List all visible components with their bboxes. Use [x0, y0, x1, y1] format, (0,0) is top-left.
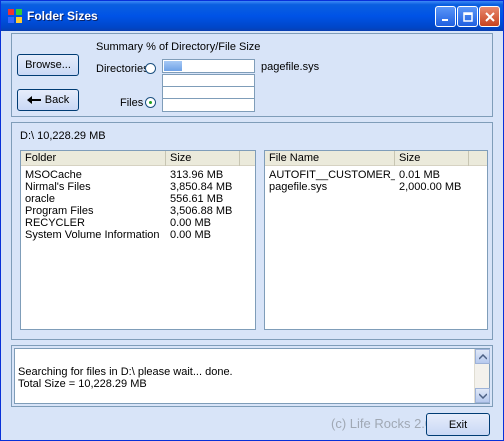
status-log[interactable]: Searching for files in D:\ please wait..…: [14, 348, 490, 404]
summary-label: Summary % of Directory/File Size: [96, 41, 261, 53]
row-name: Nirmal's Files: [25, 181, 91, 193]
status-panel: Searching for files in D:\ please wait..…: [11, 345, 493, 407]
back-arrow-icon: [26, 96, 41, 104]
exit-button[interactable]: Exit: [426, 413, 490, 436]
minimize-button[interactable]: [435, 6, 456, 27]
chevron-up-icon: [478, 353, 487, 360]
row-size: 2,000.00 MB: [399, 181, 462, 193]
row-size: 0.00 MB: [170, 217, 211, 229]
table-row[interactable]: RECYCLER 0.00 MB: [21, 217, 255, 229]
directories-label: Directories: [96, 63, 149, 75]
browse-button[interactable]: Browse...: [17, 54, 79, 76]
bar-label: pagefile.sys: [261, 61, 320, 73]
column-header-folder[interactable]: Folder: [21, 151, 166, 166]
directories-radio[interactable]: [145, 63, 156, 74]
table-row[interactable]: MSOCache 313.96 MB: [21, 169, 255, 181]
files-label: Files: [120, 97, 144, 109]
row-size: 556.61 MB: [170, 193, 224, 205]
watermark-text: (c) Life Rocks 2.0: [331, 416, 433, 431]
maximize-button[interactable]: [457, 6, 478, 27]
size-bar: [162, 59, 255, 73]
table-row[interactable]: Nirmal's Files 3,850.84 MB: [21, 181, 255, 193]
row-name: pagefile.sys: [269, 181, 328, 193]
maximize-icon: [462, 11, 473, 22]
size-bar: [162, 98, 255, 112]
back-button[interactable]: Back: [17, 89, 79, 111]
table-row[interactable]: System Volume Information 0.00 MB: [21, 229, 255, 241]
table-row[interactable]: AUTOFIT__CUSTOMER_DA... 0.01 MB: [265, 169, 487, 181]
drive-summary: D:\ 10,228.29 MB: [20, 130, 106, 142]
controls-panel: Browse... Back Summary % of Directory/Fi…: [11, 33, 493, 117]
scroll-down-button[interactable]: [475, 388, 490, 403]
window-title: Folder Sizes: [27, 9, 98, 23]
size-bar-fill: [164, 61, 183, 71]
app-icon: [8, 9, 22, 23]
row-size: 3,506.88 MB: [170, 205, 233, 217]
folder-list-header: Folder Size: [21, 151, 255, 166]
row-name: MSOCache: [25, 169, 82, 181]
row-size: 0.00 MB: [170, 229, 211, 241]
row-size: 3,850.84 MB: [170, 181, 233, 193]
chevron-down-icon: [478, 392, 487, 399]
minimize-icon: [441, 18, 448, 21]
file-list[interactable]: File Name Size AUTOFIT__CUSTOMER_DA... 0.…: [264, 150, 488, 330]
folder-sizes-window: Folder Sizes Browse... Back Summary % of…: [0, 0, 504, 441]
row-name: System Volume Information: [25, 229, 160, 241]
file-list-header: File Name Size: [265, 151, 487, 166]
title-bar[interactable]: Folder Sizes: [1, 1, 503, 31]
row-name: RECYCLER: [25, 217, 85, 229]
row-size: 313.96 MB: [170, 169, 224, 181]
table-row[interactable]: Program Files 3,506.88 MB: [21, 205, 255, 217]
folder-list[interactable]: Folder Size MSOCache 313.96 MB Nirmal's Fi…: [20, 150, 256, 330]
row-name: Program Files: [25, 205, 94, 217]
files-radio[interactable]: [145, 97, 156, 108]
row-name: oracle: [25, 193, 55, 205]
column-header-file-name[interactable]: File Name: [265, 151, 395, 166]
row-size: 0.01 MB: [399, 169, 440, 181]
back-button-label: Back: [44, 94, 70, 106]
table-row[interactable]: oracle 556.61 MB: [21, 193, 255, 205]
column-header-size[interactable]: Size: [395, 151, 469, 166]
status-line: Total Size = 10,228.29 MB: [18, 378, 147, 390]
close-button[interactable]: [479, 6, 500, 27]
listing-panel: D:\ 10,228.29 MB Folder Size MSOCache 313…: [11, 122, 493, 340]
scroll-up-button[interactable]: [475, 349, 490, 364]
row-name: AUTOFIT__CUSTOMER_DA...: [269, 169, 395, 181]
table-row[interactable]: pagefile.sys 2,000.00 MB: [265, 181, 487, 193]
status-scrollbar[interactable]: [474, 349, 490, 403]
column-header-size[interactable]: Size: [166, 151, 240, 166]
close-icon: [484, 11, 495, 22]
status-line: Searching for files in D:\ please wait..…: [18, 366, 233, 378]
